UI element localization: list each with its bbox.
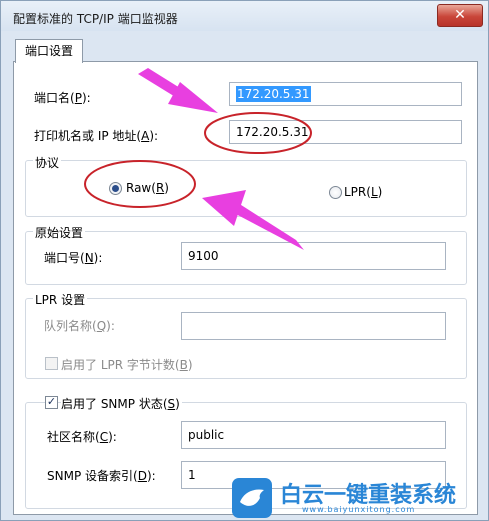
community-name-label: 社区名称(C): bbox=[47, 430, 117, 444]
close-button[interactable]: ✕ bbox=[437, 4, 483, 27]
lpr-byte-count-checkbox[interactable] bbox=[45, 357, 58, 370]
title-bar[interactable]: 配置标准的 TCP/IP 端口监视器 ✕ bbox=[1, 1, 488, 31]
port-number-label: 端口号(N): bbox=[44, 251, 103, 265]
port-number-input[interactable]: 9100 bbox=[181, 242, 446, 270]
lpr-radio-label[interactable]: LPR(L) bbox=[344, 185, 382, 199]
lpr-byte-count-label: 启用了 LPR 字节计数(B) bbox=[61, 358, 193, 372]
port-name-label: 端口名(P): bbox=[34, 91, 91, 105]
tab-panel: 端口名(P): 172.20.5.31 打印机名或 IP 地址(A): 172.… bbox=[13, 61, 478, 515]
bird-logo-icon bbox=[232, 478, 272, 518]
printer-address-label: 打印机名或 IP 地址(A): bbox=[34, 129, 159, 143]
close-icon: ✕ bbox=[454, 7, 466, 23]
printer-address-input[interactable]: 172.20.5.31 bbox=[229, 120, 462, 144]
lpr-radio[interactable] bbox=[329, 186, 342, 199]
queue-name-label: 队列名称(Q): bbox=[44, 319, 115, 333]
snmp-enabled-label: 启用了 SNMP 状态(S) bbox=[61, 395, 182, 412]
dialog-window: 配置标准的 TCP/IP 端口监视器 ✕ 端口设置 端口名(P): 172.20… bbox=[0, 0, 489, 521]
raw-settings-title: 原始设置 bbox=[33, 224, 86, 241]
watermark-url: www.baiyunxitong.com bbox=[302, 505, 416, 514]
protocol-group bbox=[25, 160, 467, 217]
protocol-group-title: 协议 bbox=[33, 154, 62, 171]
lpr-settings-title: LPR 设置 bbox=[33, 291, 88, 308]
community-name-input[interactable]: public bbox=[181, 421, 446, 449]
raw-radio[interactable] bbox=[109, 182, 122, 195]
snmp-enabled-checkbox[interactable]: ✓ bbox=[45, 396, 58, 409]
queue-name-input[interactable] bbox=[181, 312, 446, 340]
tab-port-settings[interactable]: 端口设置 bbox=[15, 39, 83, 63]
raw-radio-label[interactable]: Raw(R) bbox=[126, 181, 169, 195]
port-name-input[interactable]: 172.20.5.31 bbox=[229, 82, 462, 106]
window-title: 配置标准的 TCP/IP 端口监视器 bbox=[13, 12, 178, 26]
snmp-device-index-label: SNMP 设备索引(D): bbox=[47, 469, 156, 483]
